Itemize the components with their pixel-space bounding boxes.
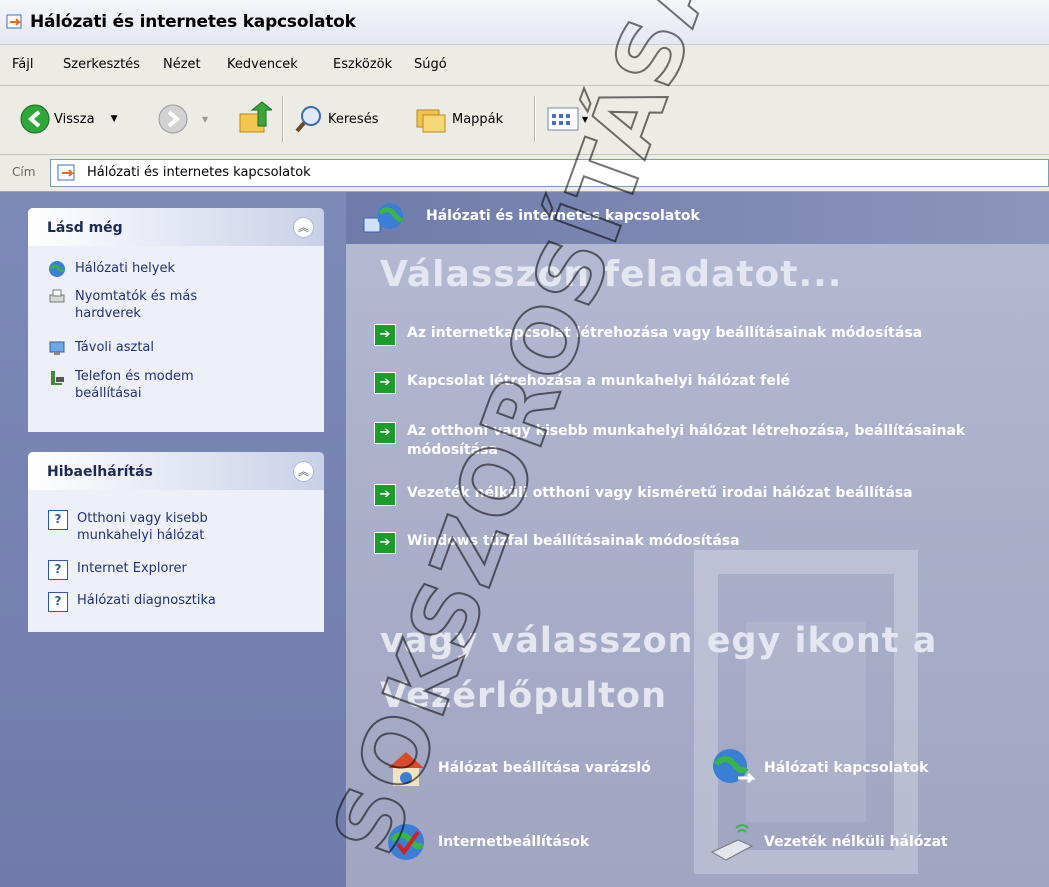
cp-icon-label: Hálózati kapcsolatok	[764, 760, 929, 776]
pick-icon-heading: vagy válasszon egy ikont a Vezérlőpulton	[380, 621, 938, 716]
forward-dropdown-icon[interactable]: ▼	[202, 115, 208, 124]
task-arrow-icon: ➔	[374, 532, 396, 554]
link-network-places[interactable]: Hálózati helyek	[48, 260, 175, 278]
link-printers-hardware[interactable]: Nyomtatók és más hardverek	[48, 288, 218, 322]
address-value: Hálózati és internetes kapcsolatok	[87, 165, 311, 180]
forward-arrow-icon	[158, 104, 188, 134]
menu-file[interactable]: Fájl	[12, 57, 33, 72]
menu-favorites[interactable]: Kedvencek	[227, 57, 298, 72]
phone-modem-icon	[51, 371, 64, 385]
toolbar-separator	[282, 96, 283, 142]
see-also-header[interactable]: Lásd még ︽	[28, 208, 324, 246]
search-button[interactable]: Keresés	[294, 104, 378, 134]
remote-desktop-icon	[49, 341, 65, 355]
folders-label: Mappák	[452, 111, 504, 127]
cp-icon-label: Vezeték nélküli hálózat	[764, 834, 948, 850]
task-label: Kapcsolat létrehozása a munkahelyi hálóz…	[407, 373, 791, 389]
task-arrow-icon: ➔	[374, 372, 396, 394]
see-also-panel: Lásd még ︽ Hálózati helyek Nyomtatók és …	[28, 208, 324, 432]
link-label: Hálózati diagnosztika	[77, 593, 216, 608]
title-bar: Hálózati és internetes kapcsolatok	[0, 0, 1049, 45]
address-bar: Cím Hálózati és internetes kapcsolatok	[0, 155, 1049, 192]
folders-button[interactable]: Mappák	[414, 104, 503, 134]
views-button[interactable]: ▼	[546, 106, 588, 132]
link-label: Telefon és modem beállításai	[75, 369, 194, 401]
up-folder-icon	[239, 101, 272, 133]
task-label: Az otthoni vagy kisebb munkahelyi hálóza…	[407, 423, 966, 458]
task-label: Az internetkapcsolat létrehozása vagy be…	[407, 325, 923, 341]
menu-tools[interactable]: Eszközök	[333, 57, 392, 72]
cp-network-setup-wizard[interactable]: Hálózat beállítása varázsló	[382, 744, 651, 792]
address-field[interactable]: Hálózati és internetes kapcsolatok	[50, 159, 1049, 187]
link-ie-help[interactable]: ? Internet Explorer	[48, 560, 187, 580]
menu-help[interactable]: Súgó	[414, 57, 447, 72]
content-header-title: Hálózati és internetes kapcsolatok	[426, 208, 700, 224]
cp-network-connections[interactable]: Hálózati kapcsolatok	[708, 744, 928, 792]
menu-view[interactable]: Nézet	[163, 57, 201, 72]
views-icon	[547, 107, 579, 131]
network-folder-icon	[6, 14, 22, 29]
search-icon	[295, 106, 321, 133]
link-label: Hálózati helyek	[75, 261, 176, 276]
window-title: Hálózati és internetes kapcsolatok	[30, 12, 356, 32]
cp-icon-label: Hálózat beállítása varázsló	[438, 760, 651, 776]
collapse-chevron-icon[interactable]: ︽	[293, 461, 314, 482]
views-dropdown-icon[interactable]: ▼	[582, 115, 588, 124]
address-label: Cím	[12, 165, 36, 179]
help-icon: ?	[48, 560, 68, 580]
cp-icon-label: Internetbeállítások	[438, 834, 590, 850]
forward-button[interactable]: ▼	[158, 104, 208, 134]
collapse-chevron-icon[interactable]: ︽	[293, 217, 314, 238]
help-icon: ?	[48, 592, 68, 612]
up-folder-button[interactable]	[238, 100, 272, 136]
network-connections-icon	[713, 749, 756, 784]
link-label: Távoli asztal	[75, 340, 154, 355]
link-phone-modem[interactable]: Telefon és modem beállításai	[48, 368, 218, 402]
help-icon: ?	[48, 510, 68, 530]
main-content: Hálózati és internetes kapcsolatok Válas…	[346, 192, 1049, 887]
search-label: Keresés	[328, 111, 379, 127]
task-arrow-icon: ➔	[374, 324, 396, 346]
printer-icon	[49, 289, 65, 303]
task-workplace-connection[interactable]: ➔ Kapcsolat létrehozása a munkahelyi hál…	[374, 372, 790, 394]
menu-bar: Fájl Szerkesztés Nézet Kedvencek Eszközö…	[0, 45, 1049, 86]
task-arrow-icon: ➔	[374, 422, 396, 444]
task-arrow-icon: ➔	[374, 484, 396, 506]
task-label: Vezeték nélküli otthoni vagy kisméretű i…	[407, 485, 913, 501]
link-label: Otthoni vagy kisebb munkahelyi hálózat	[77, 511, 208, 543]
task-home-network[interactable]: ➔ Az otthoni vagy kisebb munkahelyi háló…	[374, 422, 1049, 460]
see-also-title: Lásd még	[47, 220, 123, 236]
troubleshoot-panel: Hibaelhárítás ︽ ? Otthoni vagy kisebb mu…	[28, 452, 324, 632]
back-label: Vissza	[54, 111, 95, 127]
task-wireless-network[interactable]: ➔ Vezeték nélküli otthoni vagy kisméretű…	[374, 484, 913, 506]
network-globe-icon	[363, 203, 405, 233]
link-home-network-help[interactable]: ? Otthoni vagy kisebb munkahelyi hálózat	[48, 510, 248, 544]
task-label: Windows tűzfal beállításainak módosítása	[407, 533, 740, 549]
task-internet-connection[interactable]: ➔ Az internetkapcsolat létrehozása vagy …	[374, 324, 922, 346]
troubleshoot-title: Hibaelhárítás	[47, 464, 153, 480]
back-arrow-icon	[20, 104, 50, 134]
back-dropdown-icon[interactable]: ▼	[111, 114, 118, 124]
link-label: Internet Explorer	[77, 561, 187, 576]
cp-wireless-network[interactable]: Vezeték nélküli hálózat	[708, 818, 948, 866]
internet-options-icon	[388, 824, 425, 860]
home-network-wizard-icon	[388, 752, 424, 786]
pick-task-heading: Válasszon feladatot...	[380, 254, 843, 295]
link-network-diagnostics[interactable]: ? Hálózati diagnosztika	[48, 592, 216, 612]
content-header: Hálózati és internetes kapcsolatok	[346, 192, 1049, 244]
toolbar: Vissza ▼ ▼ Keresés Mappák ▼	[0, 86, 1049, 155]
network-folder-icon	[57, 164, 75, 181]
back-button[interactable]: Vissza ▼	[20, 104, 117, 134]
link-label: Nyomtatók és más hardverek	[75, 289, 198, 321]
wireless-adapter-icon	[710, 824, 754, 861]
toolbar-separator	[534, 96, 535, 142]
link-remote-desktop[interactable]: Távoli asztal	[48, 339, 154, 357]
cp-internet-options[interactable]: Internetbeállítások	[382, 818, 589, 866]
task-pane: Lásd még ︽ Hálózati helyek Nyomtatók és …	[0, 192, 346, 887]
menu-edit[interactable]: Szerkesztés	[63, 57, 140, 72]
network-places-icon	[49, 261, 65, 277]
troubleshoot-header[interactable]: Hibaelhárítás ︽	[28, 452, 324, 490]
task-firewall-settings[interactable]: ➔ Windows tűzfal beállításainak módosítá…	[374, 532, 740, 554]
folders-icon	[416, 109, 446, 133]
